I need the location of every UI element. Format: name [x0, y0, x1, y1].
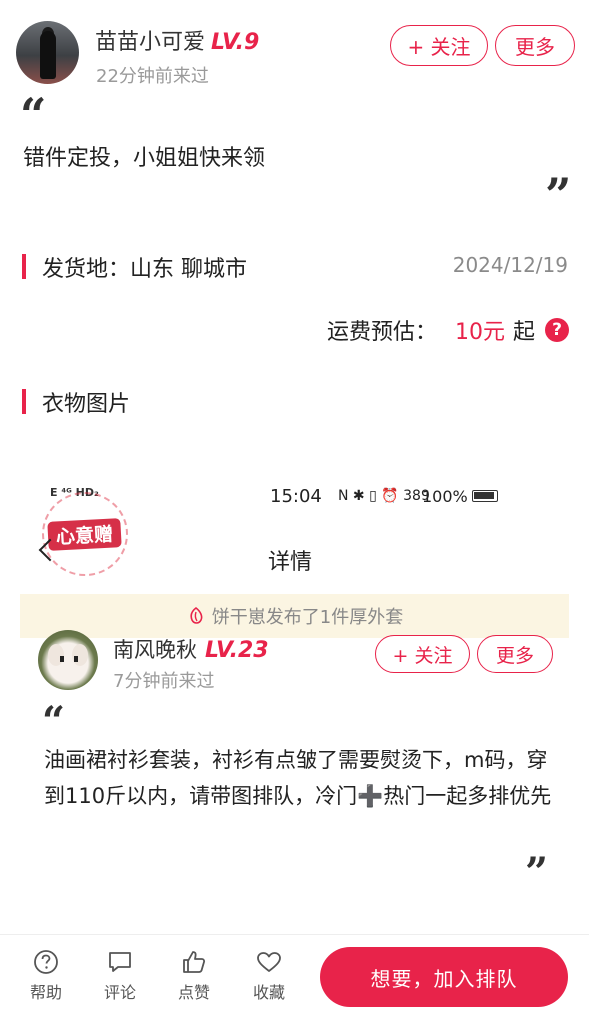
last-seen: 22分钟前来过 — [96, 66, 209, 87]
clothing-photo[interactable]: E ⁴ᴳ HD₂ 15:04 N ✱ ▯ ⏰ 389 100% 心意赠 详情 饼… — [20, 470, 569, 920]
stamp-label: 心意赠 — [47, 517, 123, 551]
close-quote-icon: ” — [525, 849, 549, 896]
shipping-fee: 运费预估： 10元 起 ? — [327, 314, 569, 346]
open-quote-icon: “ — [42, 698, 66, 745]
nav-like[interactable]: 点赞 — [166, 949, 222, 1003]
more-button[interactable]: 更多 — [495, 25, 575, 66]
notice-banner: 饼干崽发布了1件厚外套 — [20, 594, 569, 638]
status-icons: N ✱ ▯ ⏰ 389 — [338, 488, 430, 504]
embedded-more-button: 更多 — [477, 635, 553, 673]
nav-help[interactable]: 帮助 — [18, 949, 74, 1003]
want-join-queue-button[interactable]: 想要，加入排队 — [320, 947, 568, 1007]
dog-ear — [72, 644, 88, 666]
embedded-description: 油画裙衬衫套装，衬衫有点皱了需要熨烫下，m码，穿到110斤以内，请带图排队，冷门… — [44, 748, 552, 808]
username[interactable]: 苗苗小可爱 — [95, 30, 205, 55]
detail-page-title: 详情 — [268, 550, 313, 575]
user-level: LV.9 — [211, 30, 260, 55]
comment-icon — [109, 952, 131, 972]
nav-label: 评论 — [103, 983, 136, 1002]
status-time: 15:04 — [270, 486, 322, 507]
section-marker — [22, 254, 26, 279]
help-icon — [34, 950, 58, 974]
avatar-figure-body — [40, 31, 56, 79]
gift-stamp-icon: 心意赠 — [42, 492, 128, 576]
user-name-row[interactable]: 苗苗小可爱 LV.9 — [95, 24, 259, 56]
help-question-icon[interactable]: ? — [545, 318, 569, 342]
nav-label: 帮助 — [29, 983, 62, 1002]
shipping-origin: 发货地：山东 聊城市 — [42, 257, 247, 282]
fee-amount: 10元 — [454, 320, 505, 345]
user-avatar-dog — [38, 630, 98, 690]
nav-label: 点赞 — [177, 983, 210, 1002]
open-quote-icon: “ — [20, 88, 47, 142]
fee-label: 运费预估： — [326, 320, 437, 345]
embedded-user-level: LV.23 — [205, 638, 269, 663]
heart-icon — [257, 952, 281, 972]
thumbs-up-icon — [183, 951, 206, 973]
cookie-icon — [190, 606, 203, 624]
dog-eyes — [60, 656, 78, 662]
close-quote-icon: ” — [545, 168, 572, 222]
embedded-user-name-row: 南风晚秋 LV.23 — [113, 634, 269, 664]
dog-ear — [48, 644, 64, 666]
user-avatar[interactable] — [16, 21, 79, 84]
section-marker — [22, 389, 26, 414]
notice-text: 饼干崽发布了1件厚外套 — [211, 607, 404, 628]
embedded-follow-button: + 关注 — [375, 635, 470, 673]
post-date: 2024/12/19 — [452, 253, 568, 277]
nav-label: 收藏 — [252, 983, 285, 1002]
nav-favorite[interactable]: 收藏 — [241, 949, 297, 1003]
embedded-last-seen: 7分钟前来过 — [113, 671, 215, 692]
battery-icon — [472, 490, 498, 502]
follow-button[interactable]: + 关注 — [390, 25, 488, 66]
images-section-title: 衣物图片 — [42, 392, 131, 417]
embedded-username: 南风晚秋 — [113, 638, 197, 662]
post-description: 错件定投，小姐姐快来领 — [23, 146, 266, 171]
fee-suffix: 起 — [512, 320, 535, 345]
battery-percent: 100% — [422, 487, 468, 506]
nav-comment[interactable]: 评论 — [92, 949, 148, 1003]
